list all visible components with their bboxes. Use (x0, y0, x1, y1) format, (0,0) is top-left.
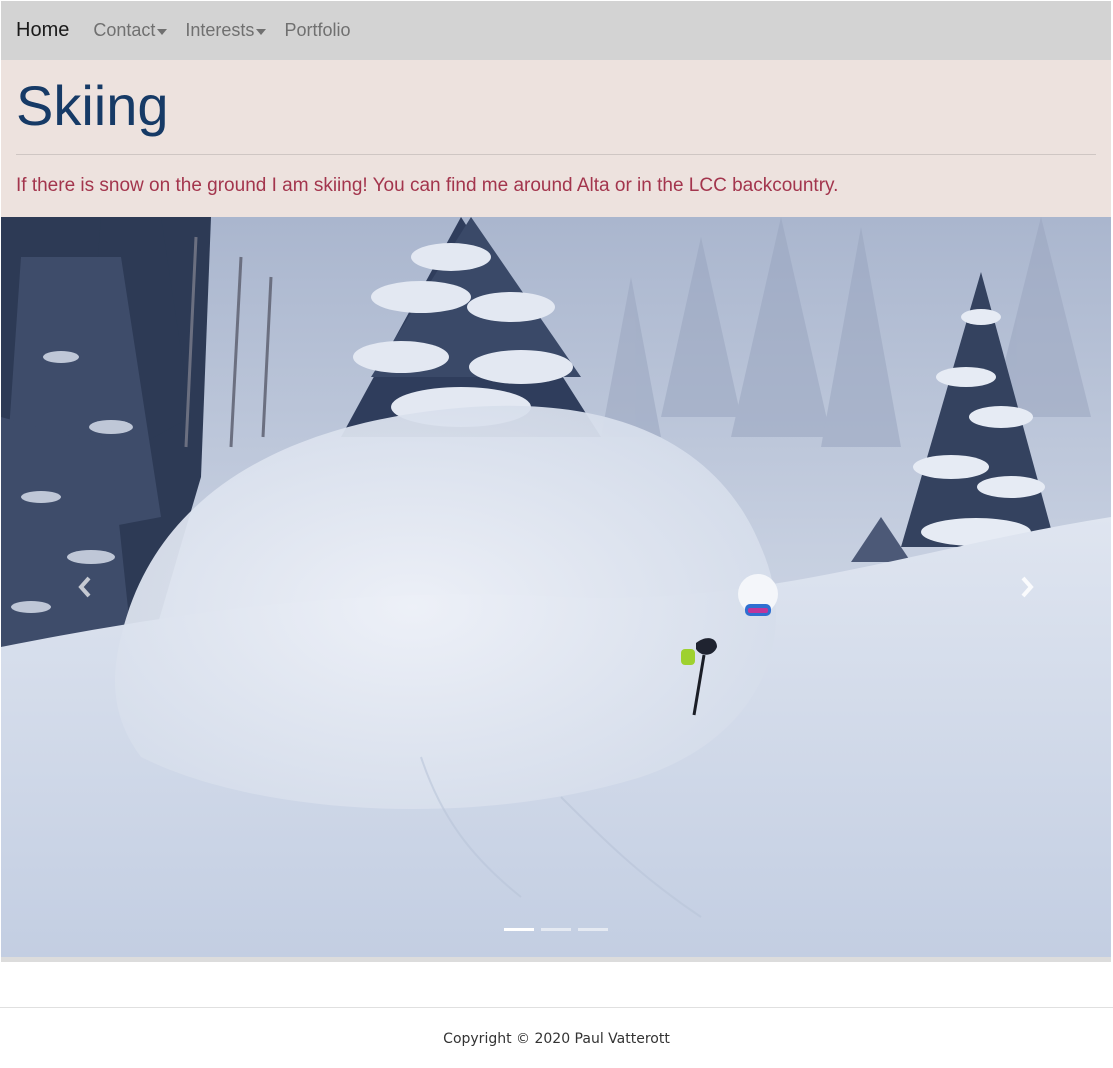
nav-interests-label: Interests (185, 20, 255, 40)
photo-carousel[interactable] (1, 217, 1111, 957)
carousel-slide-image (1, 217, 1111, 957)
nav-interests-dropdown[interactable]: Interests (185, 20, 267, 41)
nav-contact-dropdown[interactable]: Contact (93, 20, 168, 41)
carousel-prev-button[interactable] (55, 557, 115, 617)
divider (16, 154, 1096, 155)
carousel-bottom-border (1, 957, 1111, 962)
jumbotron: Skiing If there is snow on the ground I … (1, 60, 1111, 217)
lead-text: If there is snow on the ground I am skii… (16, 175, 839, 196)
footer-copyright: Copyright © 2020 Paul Vatterott (443, 1031, 670, 1047)
carousel-indicator[interactable] (504, 928, 534, 931)
footer-divider (0, 1007, 1113, 1008)
chevron-left-icon (78, 576, 91, 598)
carousel-next-button[interactable] (997, 557, 1057, 617)
page-title: Skiing (16, 74, 169, 137)
carousel-indicator[interactable] (541, 928, 571, 931)
carousel-indicator[interactable] (578, 928, 608, 931)
nav-portfolio-link[interactable]: Portfolio (284, 20, 350, 41)
navbar: Home Contact Interests Portfolio (1, 1, 1111, 60)
carousel-indicators (504, 928, 608, 931)
chevron-right-icon (1021, 576, 1034, 598)
nav-home-link[interactable]: Home (16, 19, 69, 42)
caret-down-icon (256, 28, 267, 35)
caret-down-icon (157, 28, 168, 35)
nav-contact-label: Contact (93, 20, 156, 40)
